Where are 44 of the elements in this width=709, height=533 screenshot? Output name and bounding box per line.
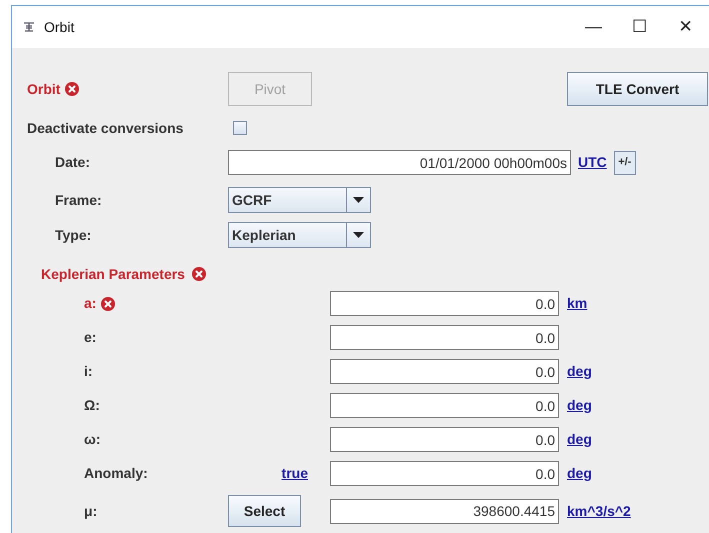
value-field[interactable]: 398600.4415 [330,498,559,524]
error-icon [65,82,80,96]
plus-minus-button[interactable]: +/- [614,150,636,174]
select-button[interactable]: Select [228,495,301,527]
unit-link[interactable]: deg [567,431,592,447]
type-label: Type: [54,226,92,245]
unit-link[interactable]: deg [567,465,592,481]
window-title: Orbit [44,18,74,36]
date-field[interactable]: 01/01/2000 00h00m00s [228,150,571,175]
value-field[interactable]: 0.0 [330,359,559,384]
unit-link[interactable]: km [567,295,588,311]
section-title: Keplerian Parameters [41,264,185,284]
frame-label: Frame: [54,190,103,210]
caret-icon [353,232,364,238]
parameter-label: Ω: [84,396,100,415]
maximize-button[interactable]: ☐ [617,12,662,42]
anomaly-type-link[interactable]: true [282,463,308,484]
date-label: Date: [54,153,92,172]
parameter-label: e: [84,328,96,347]
error-icon [192,267,206,281]
dropdown[interactable]: GCRF [228,187,371,213]
unit-link[interactable]: km^3/s^2 [567,502,631,518]
parameter-label: a: [84,294,96,313]
value-field[interactable]: 0.0 [330,393,559,418]
checkbox[interactable] [233,121,247,135]
unit-link[interactable]: deg [567,363,592,379]
parameter-label: Anomaly: [84,464,148,483]
close-button[interactable]: ✕ [663,12,708,42]
caret-icon [353,197,364,203]
orbit-label: Orbit [27,80,60,98]
tle-convert-button[interactable]: TLE Convert [567,72,708,106]
value-field[interactable]: 0.0 [330,427,559,452]
value-field[interactable]: 0.0 [330,291,559,316]
parameter-label: μ: [84,502,98,521]
error-icon [101,296,116,310]
parameter-label: ω: [84,430,100,449]
minimize-button[interactable]: — [571,12,616,42]
dropdown[interactable]: Keplerian [228,222,371,248]
parameter-label: i: [84,362,93,381]
value-field[interactable]: 0.0 [330,325,559,350]
value-field[interactable]: 0.0 [330,461,559,486]
deactivate-label: Deactivate conversions [27,118,184,138]
unit-link[interactable]: deg [567,397,592,413]
utc-link[interactable]: UTC [578,154,607,170]
